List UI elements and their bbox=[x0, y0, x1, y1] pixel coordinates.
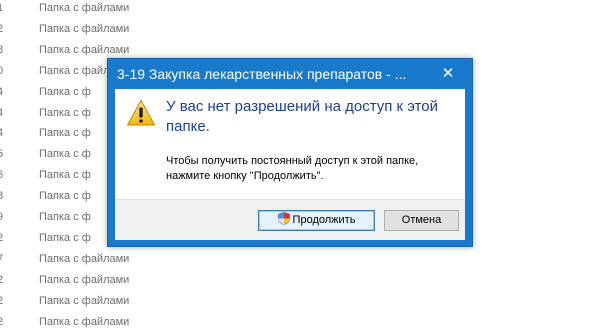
file-row-name-fragment: 4 bbox=[0, 85, 4, 98]
file-row-type: Папка с файлами bbox=[39, 294, 130, 307]
file-row-type: Папка с ф bbox=[39, 85, 91, 98]
file-row[interactable]: 2 Папка с файлами bbox=[0, 272, 300, 293]
file-row-type: Папка с ф bbox=[39, 148, 91, 161]
file-row-name-fragment: 1 bbox=[0, 2, 4, 14]
file-row-name-fragment: 9 bbox=[0, 211, 4, 223]
file-row-name-fragment: 7 bbox=[0, 252, 4, 265]
file-row-type: Папка с ф bbox=[39, 127, 91, 140]
file-row-type: Папка с файлами bbox=[39, 22, 130, 35]
file-row-type: Папка с файлами bbox=[39, 252, 130, 265]
file-row-name-fragment: 6 bbox=[0, 169, 4, 182]
access-denied-dialog: 3-19 Закупка лекарственных препаратов - … bbox=[107, 58, 473, 247]
file-row-type: Папка с ф bbox=[39, 190, 91, 203]
file-row-name-fragment: 4 bbox=[0, 106, 4, 119]
close-button[interactable]: ✕ bbox=[431, 63, 465, 85]
file-row[interactable]: 2 Папка с файлами bbox=[0, 293, 300, 314]
file-row-name-fragment: 2 bbox=[0, 231, 4, 244]
file-row-name-fragment: 2 bbox=[0, 22, 4, 35]
continue-button[interactable]: Продолжить bbox=[258, 210, 375, 231]
dialog-client-area: У вас нет разрешений на доступ к этой па… bbox=[115, 89, 465, 240]
file-row[interactable]: 2 Папка с файлами bbox=[0, 21, 300, 42]
dialog-content: У вас нет разрешений на доступ к этой па… bbox=[115, 89, 465, 199]
file-row-name-fragment: 8 bbox=[0, 43, 4, 56]
continue-button-label: Продолжить bbox=[292, 214, 356, 226]
file-row-type: Папка с ф bbox=[39, 231, 91, 244]
main-instruction: У вас нет разрешений на доступ к этой па… bbox=[166, 98, 439, 135]
file-row-name-fragment: 2 bbox=[0, 273, 4, 286]
file-row-type: Папка с ф bbox=[39, 106, 91, 119]
file-row[interactable]: 2 Папка с файлами bbox=[0, 314, 300, 335]
file-row-name-fragment: 2 bbox=[0, 294, 4, 307]
file-row-type: Папка с файлами bbox=[39, 273, 130, 286]
file-row-name-fragment: 8 bbox=[0, 190, 4, 203]
warning-icon bbox=[127, 100, 155, 126]
file-row[interactable]: 7 Папка с файлами bbox=[0, 251, 300, 272]
file-row-type: Папка с ф bbox=[39, 211, 91, 223]
file-row-type: Папка с ф bbox=[39, 169, 91, 182]
close-icon: ✕ bbox=[441, 65, 455, 82]
uac-shield-icon bbox=[277, 212, 290, 225]
file-row-type: Папка с файлами bbox=[39, 2, 130, 14]
dialog-titlebar[interactable]: 3-19 Закупка лекарственных препаратов - … bbox=[108, 59, 472, 89]
dialog-title: 3-19 Закупка лекарственных препаратов - … bbox=[117, 66, 407, 82]
file-row-name-fragment: 5 bbox=[0, 148, 4, 161]
file-row-name-fragment: 0 bbox=[0, 64, 4, 77]
dialog-button-bar: Продолжить Отмена bbox=[115, 199, 465, 240]
cancel-button-label: Отмена bbox=[401, 214, 442, 226]
file-row[interactable]: 1 Папка с файлами bbox=[0, 0, 300, 21]
file-row-type: Папка с файлами bbox=[39, 43, 130, 56]
file-row-name-fragment: 4 bbox=[0, 127, 4, 140]
secondary-text: Чтобы получить постоянный доступ к этой … bbox=[166, 155, 419, 182]
cancel-button[interactable]: Отмена bbox=[384, 210, 459, 231]
